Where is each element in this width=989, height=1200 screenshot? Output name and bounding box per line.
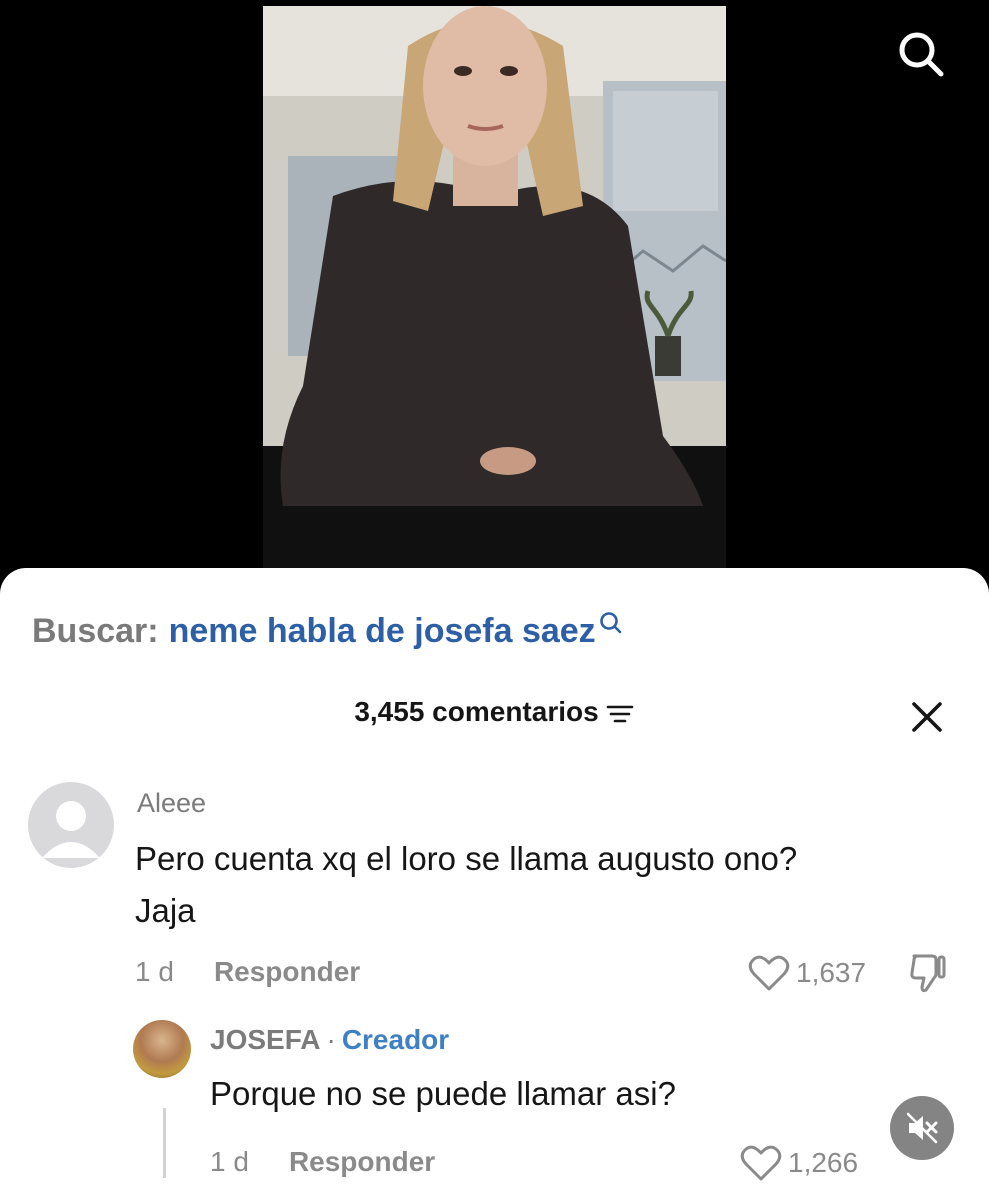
- separator-dot: ·: [326, 1024, 336, 1055]
- creator-badge: Creador: [341, 1024, 450, 1055]
- reply-username[interactable]: JOSEFA: [210, 1024, 320, 1055]
- comment-meta: 1 d Responder: [135, 956, 360, 988]
- video-still-image: [263, 6, 726, 568]
- like-button[interactable]: 1,266: [740, 1144, 858, 1182]
- search-suggestion[interactable]: Buscar: neme habla de josefa saez: [32, 612, 624, 651]
- thread-line: [163, 1108, 166, 1178]
- comments-count: 3,455 comentarios: [354, 696, 599, 727]
- comments-sheet: Buscar: neme habla de josefa saez 3,455 …: [0, 568, 989, 1200]
- close-icon[interactable]: [906, 696, 948, 738]
- avatar[interactable]: [28, 782, 114, 868]
- search-prefix: Buscar:: [32, 612, 159, 650]
- reply-age: 1 d: [210, 1146, 249, 1177]
- like-count: 1,637: [796, 957, 867, 988]
- reply-button[interactable]: Responder: [214, 956, 360, 988]
- video-frame[interactable]: [263, 6, 726, 568]
- creator-avatar[interactable]: [133, 1020, 191, 1078]
- video-player[interactable]: [0, 0, 989, 590]
- reply-button[interactable]: Responder: [289, 1146, 435, 1178]
- mute-icon: [906, 1112, 938, 1144]
- comments-count-header: 3,455 comentarios: [0, 696, 989, 728]
- default-avatar-icon: [42, 801, 100, 858]
- creator-name-line: JOSEFA · Creador: [210, 1024, 449, 1056]
- mute-button[interactable]: [890, 1096, 954, 1160]
- heart-icon: [740, 1145, 782, 1181]
- comment-age: 1 d: [135, 956, 174, 987]
- comment-username[interactable]: Aleee: [137, 788, 206, 819]
- comment-text-line2: Jaja: [135, 892, 196, 929]
- like-button[interactable]: 1,637: [748, 954, 866, 992]
- heart-icon: [748, 955, 790, 991]
- reply-meta: 1 d Responder: [210, 1146, 435, 1178]
- search-icon: [599, 612, 621, 634]
- sort-icon[interactable]: [605, 701, 635, 727]
- search-query-link[interactable]: neme habla de josefa saez: [169, 612, 596, 651]
- comment-text-line1: Pero cuenta xq el loro se llama augusto …: [135, 840, 798, 877]
- search-icon[interactable]: [893, 27, 949, 83]
- reply-text: Porque no se puede llamar asi?: [210, 1075, 676, 1112]
- dislike-icon[interactable]: [908, 952, 948, 994]
- like-count: 1,266: [788, 1147, 859, 1178]
